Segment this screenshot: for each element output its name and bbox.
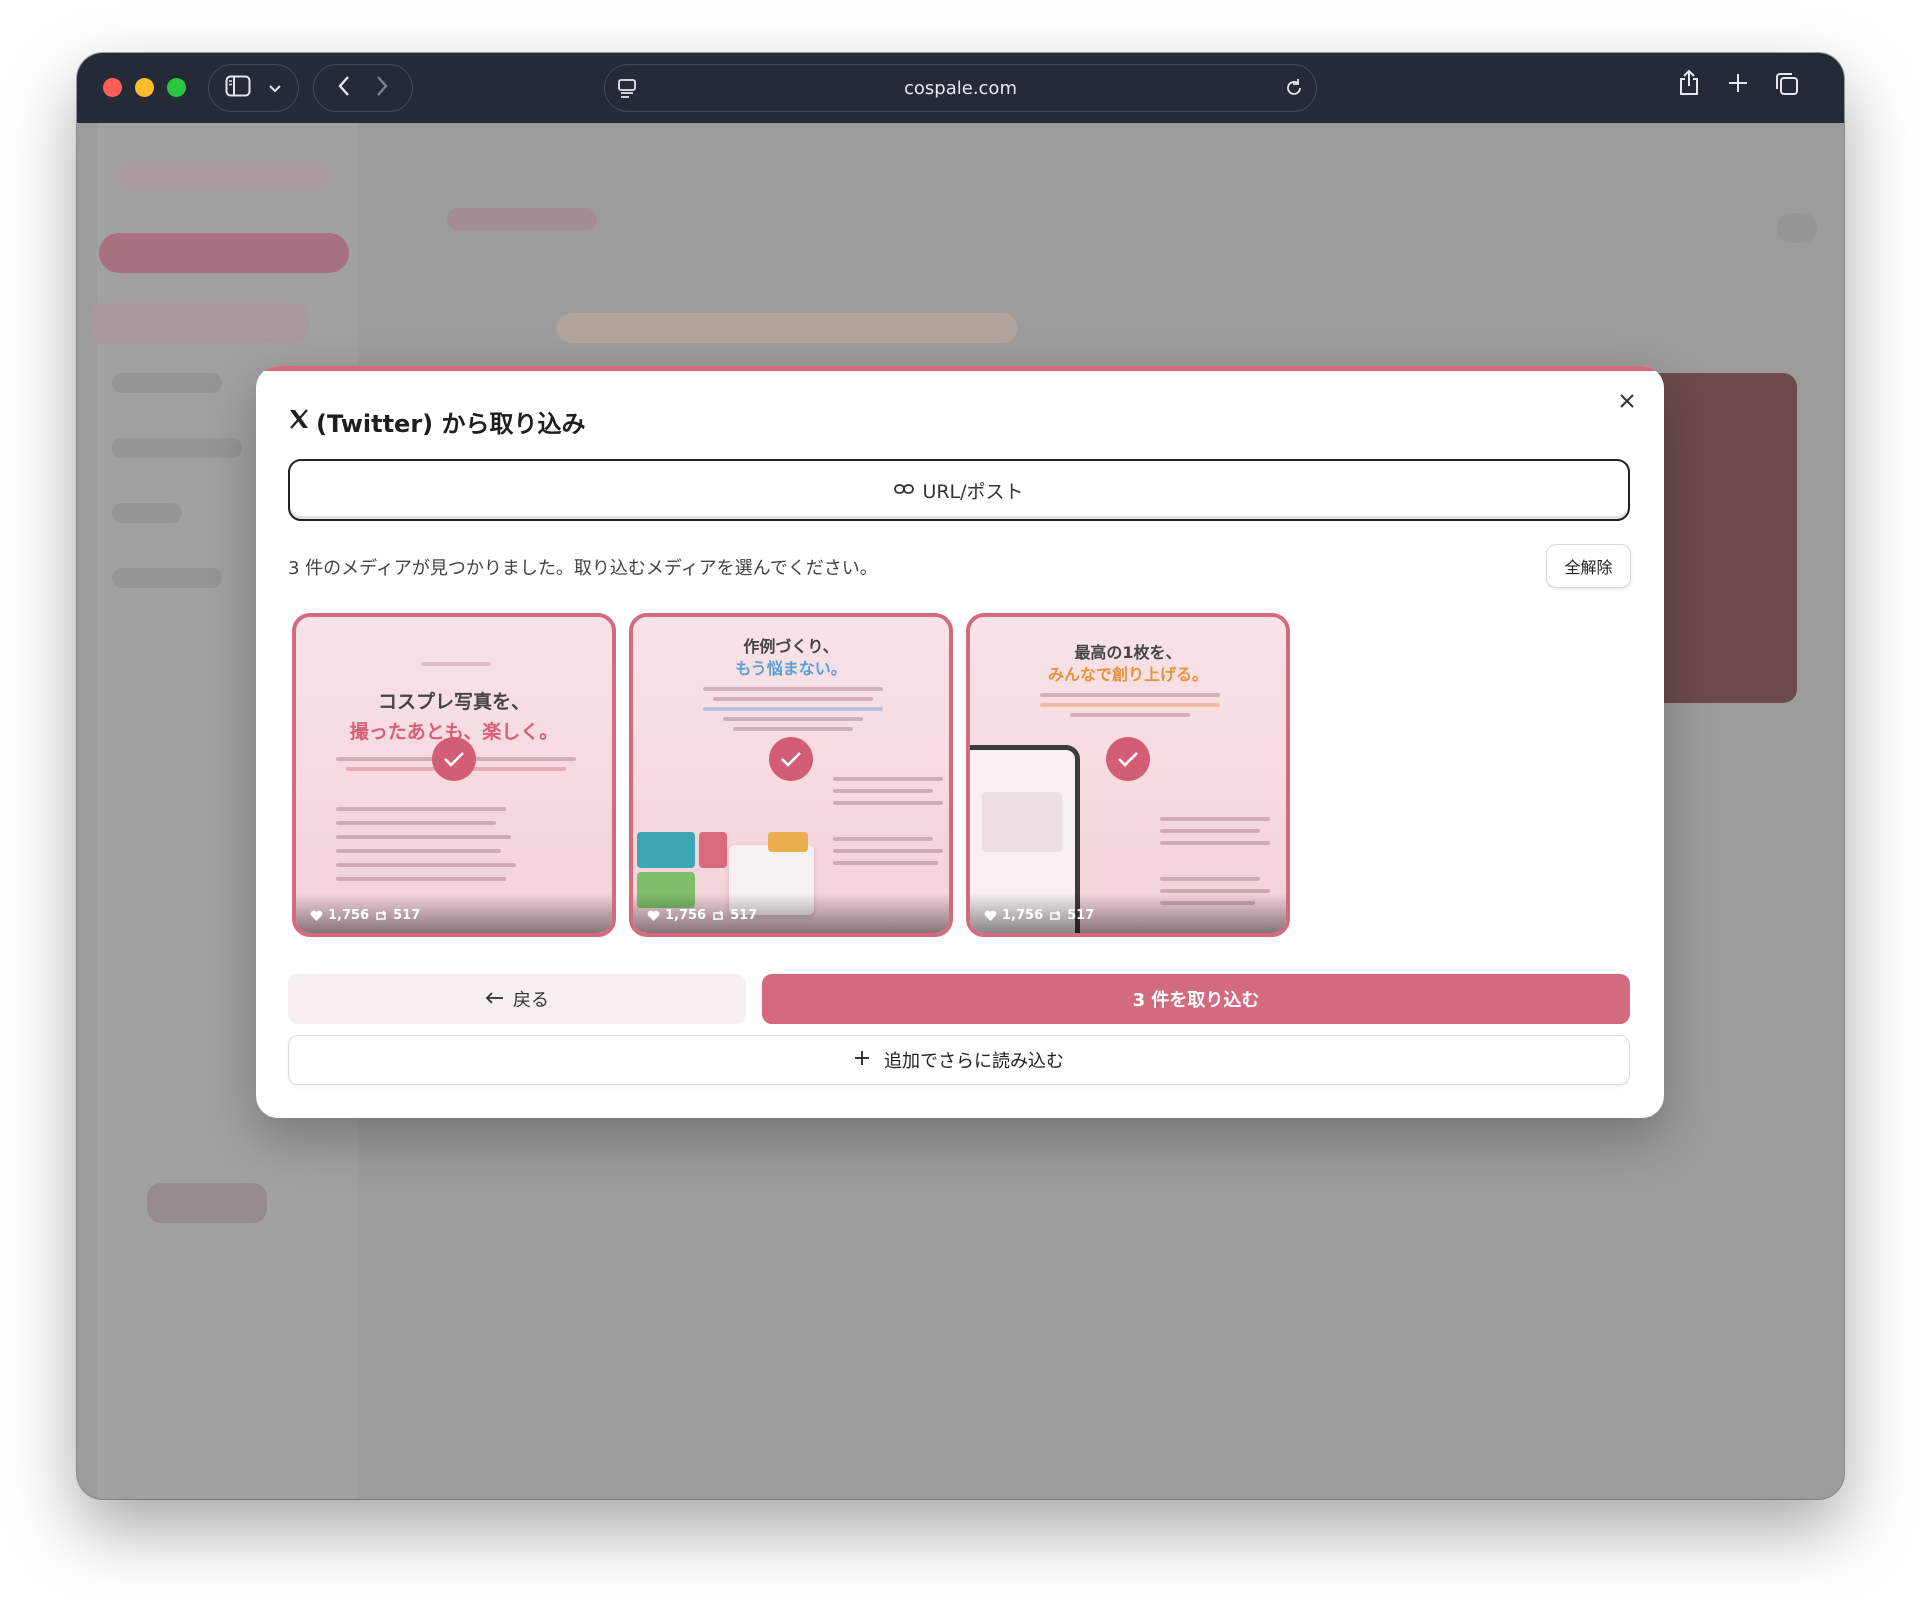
import-selected-button[interactable]: 3 件を取り込む [762,974,1630,1024]
media-grid: コスプレ写真を、 撮ったあとも、楽しく。 1,756 517 作例づくり、 もう… [292,613,1290,937]
sidebar-icon[interactable] [225,75,251,101]
url-post-label: URL/ポスト [922,480,1024,503]
dialog-accent-bar [256,366,1664,371]
browser-window: cospale.com (Twitter) から取り込み URL/ポスト 3 件… [77,53,1844,1499]
deselect-all-button[interactable]: 全解除 [1546,544,1631,588]
zoom-window-button[interactable] [167,78,186,97]
media-item[interactable]: 作例づくり、 もう悩まない。 1,756 517 [629,613,953,937]
media-thumbnail-title: コスプレ写真を、 [377,691,530,713]
media-thumbnail-title: 最高の1枚を、 [1074,643,1182,662]
selected-checkmark [432,737,476,781]
like-count: 1,756 [665,908,707,923]
back-arrow-icon[interactable] [337,75,351,101]
repost-count: 517 [393,908,421,923]
heart-icon [984,910,997,921]
load-more-label: 追加でさらに読み込む [884,1051,1064,1072]
heart-icon [647,910,660,921]
repost-icon [376,909,387,920]
x-logo-icon [288,408,310,436]
url-post-tab-button[interactable]: URL/ポスト [288,459,1630,521]
address-url: cospale.com [904,78,1017,99]
import-from-x-dialog: (Twitter) から取り込み URL/ポスト 3 件のメディアが見つかりまし… [256,366,1664,1118]
media-thumbnail-subtitle: みんなで創り上げる。 [1047,665,1208,684]
check-icon [781,752,801,767]
repost-count: 517 [1067,908,1095,923]
selected-checkmark [769,737,813,781]
repost-icon [713,909,724,920]
browser-toolbar: cospale.com [77,53,1844,123]
share-icon[interactable] [1677,69,1701,101]
chevron-down-icon[interactable] [268,79,282,98]
new-tab-icon[interactable] [1727,72,1749,98]
media-found-message: 3 件のメディアが見つかりました。取り込むメディアを選んでください。 [288,558,878,579]
address-bar[interactable]: cospale.com [604,64,1317,112]
dialog-title-text: (Twitter) から取り込み [316,410,586,438]
reload-icon[interactable] [1284,77,1304,103]
back-button[interactable]: 戻る [288,974,746,1024]
selected-checkmark [1106,737,1150,781]
tab-overview-icon[interactable] [1774,71,1800,101]
heart-icon [310,910,323,921]
link-icon [894,479,915,501]
media-stats: 1,756 517 [310,908,420,923]
media-thumbnail-title: 作例づくり、 [743,637,839,656]
load-more-button[interactable]: 追加でさらに読み込む [288,1035,1630,1085]
close-window-button[interactable] [103,78,122,97]
forward-arrow-icon[interactable] [375,75,389,101]
media-item[interactable]: 最高の1枚を、 みんなで創り上げる。 1,756 517 [966,613,1290,937]
history-nav-group [313,64,413,112]
back-button-label: 戻る [513,990,549,1011]
media-stats: 1,756 517 [984,908,1094,923]
like-count: 1,756 [328,908,370,923]
sidebar-toggle-group [208,64,299,112]
media-item[interactable]: コスプレ写真を、 撮ったあとも、楽しく。 1,756 517 [292,613,616,937]
media-thumbnail-subtitle: もう悩まない。 [735,659,847,678]
dialog-title: (Twitter) から取り込み [288,404,585,439]
check-icon [1118,752,1138,767]
arrow-left-icon [485,989,505,1010]
repost-icon [1050,909,1061,920]
minimize-window-button[interactable] [135,78,154,97]
media-stats: 1,756 517 [647,908,757,923]
close-dialog-button[interactable] [1612,386,1642,416]
plus-icon [854,1050,870,1071]
close-icon [1620,394,1634,408]
repost-count: 517 [730,908,758,923]
check-icon [444,752,464,767]
like-count: 1,756 [1002,908,1044,923]
